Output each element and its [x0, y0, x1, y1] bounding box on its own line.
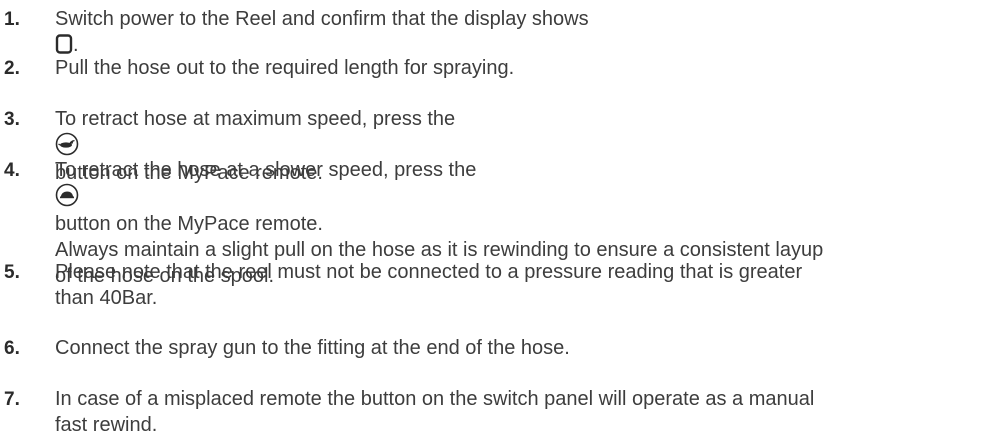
step-text: In case of a misplaced remote the button… [55, 388, 815, 436]
step-number: 7. [4, 389, 20, 410]
step-text: Connect the spray gun to the fitting at … [55, 337, 570, 359]
tortoise-icon [55, 183, 79, 207]
seven-segment-zero-icon [55, 34, 73, 54]
step-number: 2. [4, 58, 20, 79]
step-text-after: button on the MyPace remote. [55, 213, 323, 235]
step-text: Pull the hose out to the required length… [55, 57, 515, 79]
step-text-before: Switch power to the Reel and confirm tha… [55, 8, 589, 30]
step-number: 1. [4, 9, 20, 30]
hare-icon [55, 132, 79, 156]
step-number: 3. [4, 109, 20, 130]
step-number: 4. [4, 160, 20, 181]
step-number: 5. [4, 262, 20, 283]
step-number: 6. [4, 338, 20, 359]
step-text-before: To retract hose at maximum speed, press … [55, 108, 456, 130]
step-text-after: . [73, 34, 79, 56]
step-text-before: To retract the hose at a slower speed, p… [55, 159, 477, 181]
step-text: Switch power to the Reel and confirm tha… [55, 6, 985, 58]
step-text: Please note that the reel must not be co… [55, 261, 803, 309]
